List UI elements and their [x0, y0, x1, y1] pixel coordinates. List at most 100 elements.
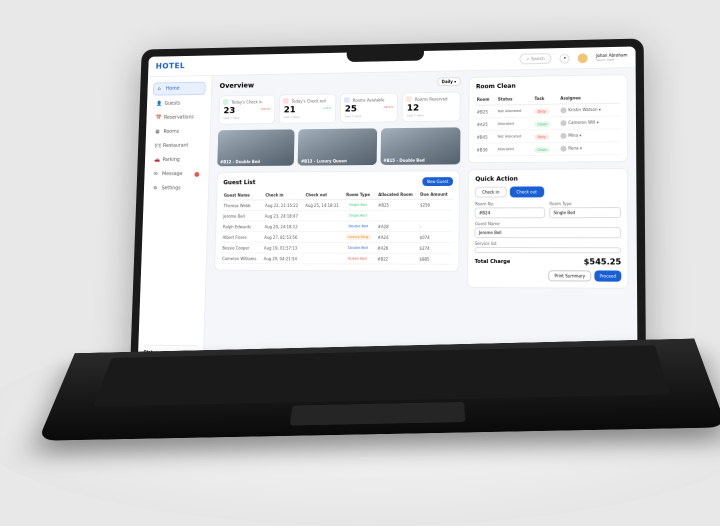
room-label: #B15 - Double Bed — [383, 158, 424, 163]
avatar[interactable] — [578, 53, 588, 63]
sidebar-item-reservations[interactable]: 📅Reservations — [152, 112, 205, 124]
sidebar-item-label: Parking — [162, 157, 179, 163]
sidebar-item-label: Message — [162, 171, 183, 177]
sidebar-item-message[interactable]: ✉Message• — [150, 168, 203, 180]
sidebar-item-settings[interactable]: ⚙Settings — [149, 182, 202, 194]
table-header[interactable]: Check out — [304, 190, 345, 199]
stat-sub: Last 7 days — [345, 114, 393, 118]
stat-checkin: Today's Check in23-26.4%Last 7 days — [218, 95, 275, 125]
table-header: Task — [533, 93, 559, 105]
proceed-button[interactable]: Proceed — [594, 270, 621, 281]
parking-icon: 🚗 — [154, 157, 160, 163]
room-type-input[interactable]: Single Bed — [549, 207, 621, 218]
checkout-icon — [283, 98, 289, 104]
table-row[interactable]: Theresa WebbAug 22, 21:15:22Aug 25, 14:1… — [222, 199, 453, 210]
table-header: Status — [497, 93, 534, 105]
sidebar-item-label: Guests — [164, 101, 180, 107]
stat-change: -26.4% — [261, 107, 271, 111]
table-row[interactable]: Bessie CooperAug 19, 01:57:13Double Bed#… — [221, 242, 452, 253]
card-title: Quick Action — [475, 176, 518, 183]
table-row[interactable]: Albert FloresAug 27, 81:53:56Luxury King… — [222, 232, 453, 243]
overview-header: Overview Daily ▾ — [219, 77, 461, 90]
table-row[interactable]: Ralph EdwardsAug 20, 24:18:12Double Bed#… — [222, 221, 453, 232]
sidebar-item-label: Restaurant — [163, 143, 189, 149]
stats-row: Today's Check in23-26.4%Last 7 days Toda… — [218, 92, 461, 125]
table-header[interactable]: Room Type — [345, 190, 377, 199]
available-icon — [344, 97, 350, 103]
room-card[interactable]: #B15 - Double Bed — [380, 127, 460, 165]
stat-sub: Last 7 days — [407, 113, 456, 118]
stat-label: Rooms Available — [353, 97, 394, 102]
sidebar-item-label: Settings — [161, 185, 180, 191]
room-no-input[interactable]: #B24 — [475, 207, 545, 218]
sidebar-item-parking[interactable]: 🚗Parking — [150, 154, 203, 166]
gear-icon: ⚙ — [153, 186, 159, 192]
stat-change: -26.1% — [383, 105, 393, 109]
new-guest-button[interactable]: New Guest — [422, 177, 453, 186]
service-input[interactable] — [475, 247, 622, 253]
guests-icon: 👤 — [156, 101, 162, 107]
search-icon: ⌕ — [527, 56, 529, 61]
table-row[interactable]: #B30AllocatedCleanRena ▾ — [475, 142, 620, 156]
room-cards: #B12 - Double Bed #B13 - Luxury Queen #B… — [217, 127, 461, 166]
stat-sub: Last 7 days — [284, 115, 332, 119]
home-icon: ⌂ — [158, 86, 164, 92]
room-label: #B12 - Double Bed — [220, 159, 260, 164]
tab-checkin[interactable]: Check in — [475, 187, 506, 198]
table-header[interactable]: Guest Name — [223, 191, 265, 200]
search-placeholder: Search — [531, 56, 545, 61]
sidebar-item-label: Home — [166, 86, 180, 92]
sidebar-item-label: Reservations — [164, 115, 194, 121]
total-label: Total Charge — [475, 258, 511, 264]
stat-sub: Last 7 days — [223, 115, 270, 119]
calendar-icon: 📅 — [156, 115, 162, 121]
room-label: #B13 - Luxury Queen — [301, 158, 347, 163]
guest-name-input[interactable]: Jerome Bell — [475, 227, 621, 238]
sidebar-item-label: Rooms — [163, 129, 179, 135]
table-header: Assignee — [559, 92, 620, 104]
sidebar-item-rooms[interactable]: ▦Rooms — [151, 126, 204, 138]
stat-checkout: Today's Check out21+11%Last 7 days — [279, 94, 337, 124]
table-row[interactable]: Jerome BellAug 23, 24:18:47Single Bed — [222, 210, 453, 221]
notification-icon[interactable]: • — [560, 53, 570, 63]
period-dropdown[interactable]: Daily ▾ — [437, 77, 461, 86]
stat-reserved: Rooms Reserved12Last 7 days — [402, 92, 461, 123]
message-badge: • — [194, 172, 199, 177]
room-clean-card: Room Clean Room Status Task Assignee #B2… — [468, 74, 628, 163]
table-row[interactable]: Cameron WilliamsAug 29, 04:21:54Queen Be… — [221, 253, 453, 264]
page-title: Overview — [220, 81, 255, 89]
guest-table: Guest Name Check in Check out Room Type … — [221, 190, 453, 265]
brand-logo: HOTEL — [156, 62, 186, 71]
rooms-icon: ▦ — [155, 129, 161, 135]
guest-list-card: Guest List New Guest Guest Name Check in … — [214, 170, 460, 272]
field-label: Room No. — [475, 201, 545, 206]
total-value: $545.25 — [584, 257, 622, 266]
sidebar-item-guests[interactable]: 👤Guests — [152, 98, 205, 110]
stat-change: +11% — [323, 106, 332, 110]
print-button[interactable]: Print Summary — [548, 270, 591, 281]
field-label: Service list — [475, 241, 621, 246]
table-header[interactable]: Due Amount — [419, 190, 453, 199]
sidebar-item-home[interactable]: ⌂Home — [153, 82, 206, 96]
table-header[interactable]: Allocated Room — [377, 190, 419, 199]
quick-action-card: Quick Action Check in Check out Room No.… — [467, 168, 628, 289]
field-label: Guest Name — [475, 221, 621, 226]
room-card[interactable]: #B13 - Luxury Queen — [298, 128, 377, 165]
field-label: Room Type — [549, 201, 621, 206]
card-title: Room Clean — [476, 83, 516, 90]
table-header[interactable]: Check in — [264, 191, 304, 200]
room-card[interactable]: #B12 - Double Bed — [217, 129, 295, 166]
stat-available: Rooms Available25-26.1%Last 7 days — [340, 93, 399, 124]
sidebar-item-restaurant[interactable]: 🍽Restaurant — [151, 140, 204, 152]
clean-table: Room Status Task Assignee #B25Not Alloca… — [475, 92, 620, 157]
card-title: Guest List — [223, 179, 255, 186]
user-role: Senior Staff — [596, 57, 627, 62]
search-input[interactable]: ⌕ Search — [520, 53, 552, 64]
tab-checkout[interactable]: Check out — [509, 186, 544, 197]
stat-label: Rooms Reserved — [415, 96, 456, 101]
reserved-icon — [406, 96, 412, 102]
stat-label: Today's Check out — [291, 98, 331, 103]
stat-label: Today's Check in — [231, 99, 271, 104]
table-header: Room — [476, 94, 497, 105]
user-block[interactable]: Johan Abraham Senior Staff — [596, 53, 627, 61]
